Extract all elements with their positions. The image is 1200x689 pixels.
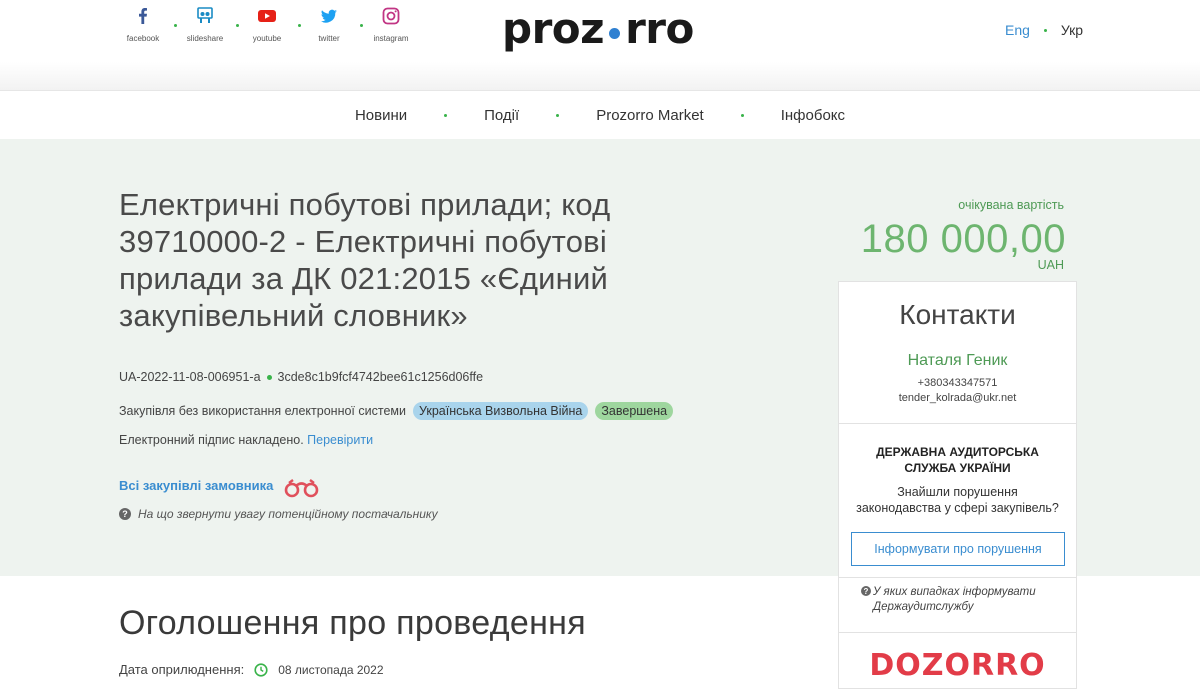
social-instagram[interactable]: instagram: [360, 6, 422, 43]
social-label: slideshare: [186, 34, 224, 43]
logo-dot: [609, 28, 621, 39]
social-label: facebook: [126, 34, 160, 43]
publication-date-row: Дата оприлюднення: 08 листопада 2022: [119, 662, 384, 677]
separator-dot: [1043, 28, 1047, 32]
audit-hint-line: Держаудитслужбу: [873, 601, 974, 613]
logo-text-right: rro: [625, 4, 694, 53]
main-nav: Новини Події Prozorro Market Інфобокс: [0, 90, 1200, 139]
clock-icon: [254, 662, 268, 677]
language-switcher: Eng Укр: [1005, 22, 1083, 38]
tender-title: Електричні побутові прилади; код 3971000…: [119, 187, 611, 333]
audit-title-line: СЛУЖБА УКРАЇНИ: [904, 461, 1011, 475]
signature-text: Електронний підпис накладено.: [119, 433, 304, 447]
report-violation-button[interactable]: Інформувати про порушення: [851, 532, 1065, 566]
separator-dot: [266, 374, 272, 380]
expected-value-label: очікувана вартість: [958, 198, 1064, 212]
verify-signature-link[interactable]: Перевірити: [307, 433, 373, 447]
audit-hint[interactable]: ? У яких випадках інформувати Держаудитс…: [861, 585, 1071, 615]
currency: UAH: [1037, 258, 1064, 272]
social-links: facebook slideshare youtube twitter inst…: [112, 6, 422, 43]
social-youtube[interactable]: youtube: [236, 6, 301, 43]
nav-item-events[interactable]: Події: [484, 107, 519, 124]
youtube-icon: [258, 10, 276, 22]
contact-email: tender_kolrada@ukr.net: [898, 392, 1017, 404]
nav-separator: [556, 113, 560, 117]
audit-service-title: ДЕРЖАВНА АУДИТОРСЬКА СЛУЖБА УКРАЇНИ: [839, 444, 1076, 476]
facebook-icon: [139, 8, 147, 24]
prozorro-logo[interactable]: proz rro: [502, 4, 694, 53]
question-icon: ?: [861, 586, 871, 596]
contacts-title: Контакти: [899, 299, 1016, 330]
dozorro-logo[interactable]: DOZORRO: [839, 648, 1076, 683]
audit-question: Знайшли порушення законодавства у сфері …: [839, 484, 1076, 516]
lang-english[interactable]: Eng: [1005, 22, 1030, 38]
divider: [839, 577, 1076, 578]
top-header: facebook slideshare youtube twitter inst…: [0, 0, 1200, 62]
twitter-icon: [321, 9, 337, 23]
nav-separator: [444, 113, 448, 117]
logo-text-left: proz: [502, 4, 605, 53]
tender-hash: 3cde8c1b9fcf4742bee61c1256d06ffe: [277, 370, 484, 384]
contact-phone: +380343347571: [917, 377, 998, 389]
audit-question-line: Знайшли порушення: [897, 485, 1018, 499]
binoculars-icon[interactable]: [283, 477, 321, 499]
social-slideshare[interactable]: slideshare: [174, 6, 239, 43]
social-label: youtube: [252, 34, 282, 43]
tender-id: UA-2022-11-08-006951-a: [119, 370, 261, 384]
nav-item-news[interactable]: Новини: [355, 107, 407, 124]
signature-row: Електронний підпис накладено. Перевірити: [119, 433, 373, 447]
tender-ids: UA-2022-11-08-006951-a 3cde8c1b9fcf4742b…: [119, 370, 483, 384]
divider: [839, 632, 1076, 633]
contacts-card: Контакти Наталя Геник +380343347571 tend…: [838, 281, 1077, 689]
social-label: twitter: [318, 34, 340, 43]
audit-question-line: законодавства у сфері закупівель?: [856, 501, 1059, 515]
divider: [839, 423, 1076, 424]
supplier-hint-text: На що звернути увагу потенційному постач…: [138, 507, 438, 521]
social-facebook[interactable]: facebook: [112, 6, 177, 43]
question-icon: ?: [119, 508, 131, 520]
instagram-icon: [382, 7, 400, 25]
tender-status-row: Закупівля без використання електронної с…: [119, 402, 674, 420]
status-badge: Завершена: [595, 402, 674, 420]
header-stripe: [0, 62, 1200, 90]
audit-hint-line: У яких випадках інформувати: [873, 586, 1036, 598]
war-badge: Українська Визвольна Війна: [412, 402, 589, 420]
contact-name: Наталя Геник: [907, 352, 1008, 369]
procurement-method: Закупівля без використання електронної с…: [119, 404, 406, 418]
announcement-title: Оголошення про проведення: [119, 604, 586, 642]
supplier-hint[interactable]: ? На що звернути увагу потенційному пост…: [119, 507, 438, 521]
nav-item-market[interactable]: Prozorro Market: [596, 107, 704, 124]
nav-separator: [740, 113, 744, 117]
social-label: instagram: [373, 34, 409, 43]
nav-item-infobox[interactable]: Інфобокс: [781, 107, 845, 124]
expected-value: 180 000,00: [860, 217, 1066, 261]
slideshare-icon: [197, 7, 213, 23]
publication-date: 08 листопада 2022: [278, 662, 384, 677]
all-purchases-link[interactable]: Всі закупівлі замовника: [119, 478, 273, 493]
social-twitter[interactable]: twitter: [298, 6, 363, 43]
lang-ukrainian[interactable]: Укр: [1061, 22, 1083, 38]
audit-title-line: ДЕРЖАВНА АУДИТОРСЬКА: [876, 445, 1039, 459]
publication-label: Дата оприлюднення:: [119, 662, 245, 677]
